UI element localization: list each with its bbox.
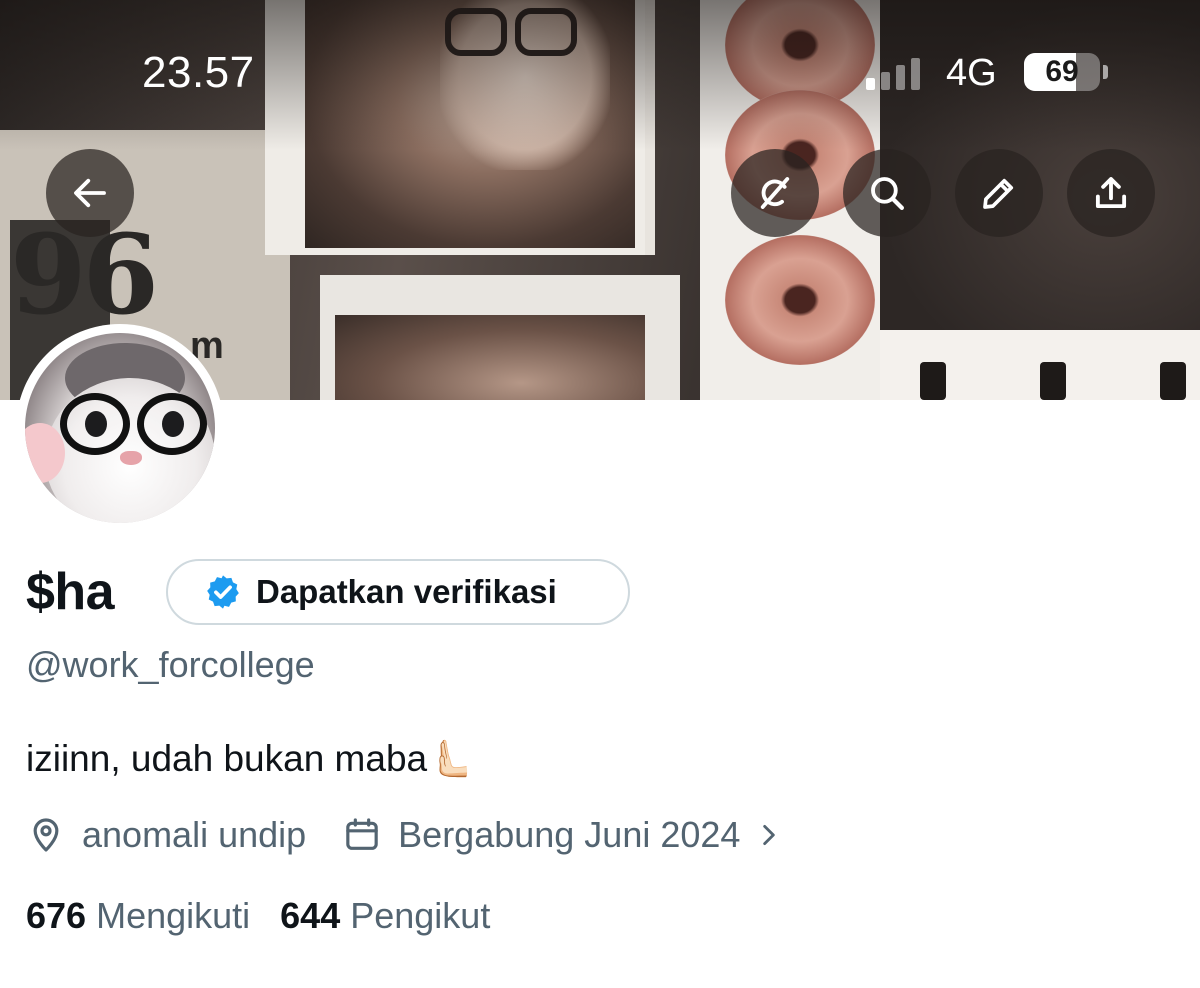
battery-percentage: 69 [1045,55,1079,88]
followers-link[interactable]: 644 Pengikut [280,895,490,937]
search-icon [871,177,904,210]
edit-profile-button[interactable] [955,149,1043,237]
followers-label: Pengikut [350,895,491,936]
location-text: anomali undip [82,814,307,855]
join-date-text: Bergabung Juni 2024 [398,814,741,855]
network-type: 4G [946,52,997,94]
following-link[interactable]: 676 Mengikuti [26,895,250,937]
calendar-icon [346,818,378,850]
grok-button[interactable] [731,149,819,237]
arrow-left-icon [74,178,106,208]
signal-strength-icon [866,56,926,90]
back-button[interactable] [46,149,134,237]
search-button[interactable] [843,149,931,237]
location-pin-icon [33,818,59,852]
display-name: $ha [26,563,115,621]
avatar[interactable] [25,333,215,523]
get-verified-button[interactable]: Dapatkan verifikasi [166,559,630,625]
followers-count: 644 [280,895,341,936]
profile-screen: 96 m 23.57 4G 69 $ha Dapatkan verifikasi… [0,0,1200,988]
get-verified-label: Dapatkan verifikasi [256,573,557,610]
battery-icon: 69 [1024,53,1100,91]
profile-bio: iziinn, udah bukan maba🫷🏻 [26,738,474,779]
chevron-right-icon[interactable] [756,822,782,848]
follow-stats: 676 Mengikuti 644 Pengikut [26,895,490,937]
share-icon [1095,177,1127,209]
status-time: 23.57 [142,48,255,97]
following-label: Mengikuti [96,895,251,936]
share-button[interactable] [1067,149,1155,237]
following-count: 676 [26,895,87,936]
pencil-icon [983,178,1014,209]
grok-icon [760,177,790,209]
verified-badge-icon [207,575,239,609]
username-handle: @work_forcollege [26,644,315,685]
profile-meta: anomali undip Bergabung Juni 2024 [26,810,782,860]
